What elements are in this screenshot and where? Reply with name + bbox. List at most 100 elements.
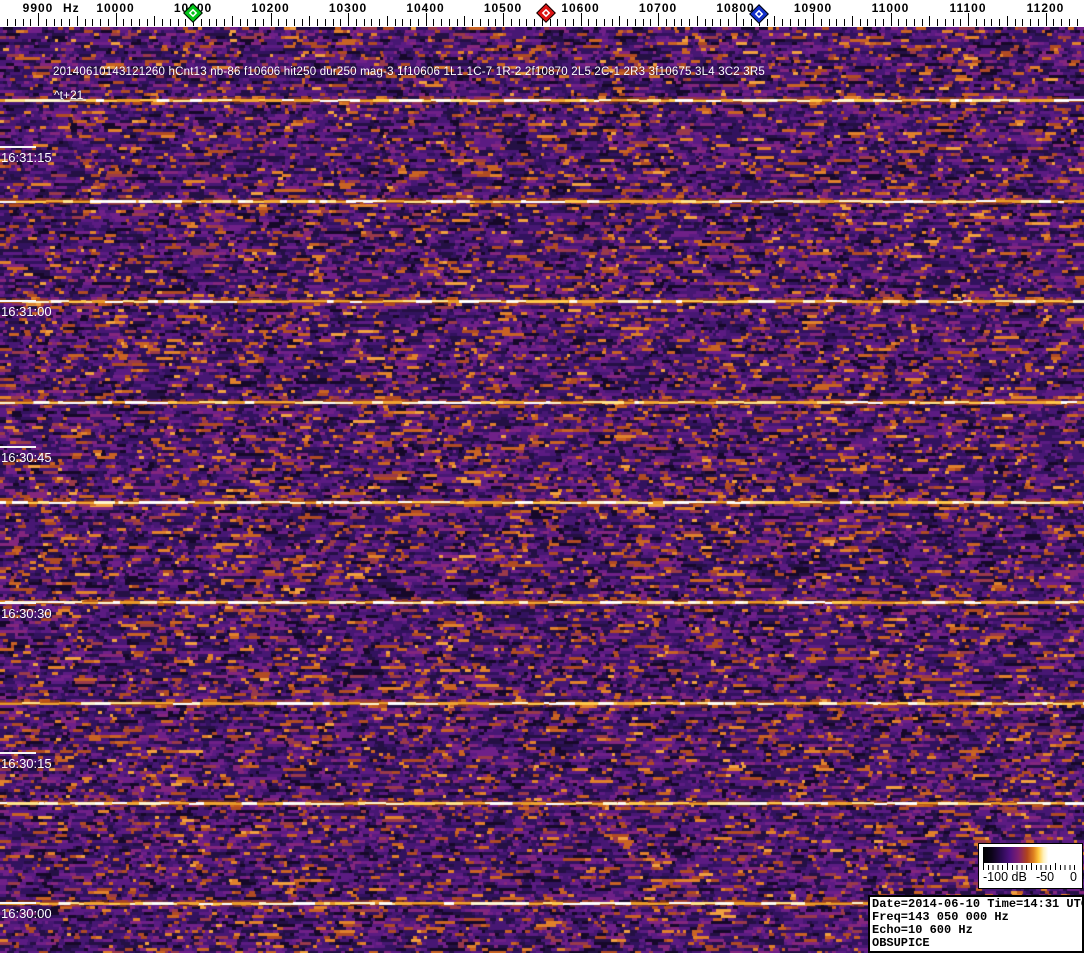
axis-frequency-label: 10200 <box>251 1 290 15</box>
axis-tick <box>333 19 334 26</box>
axis-tick <box>395 19 396 26</box>
frequency-axis-ruler[interactable]: Hz 9900100001010010200103001040010500106… <box>0 0 1084 27</box>
axis-tick <box>379 19 380 26</box>
axis-unit-label: Hz <box>63 1 80 15</box>
axis-tick <box>937 19 938 26</box>
axis-tick <box>697 16 698 26</box>
axis-tick <box>790 19 791 26</box>
axis-tick <box>1030 19 1031 26</box>
axis-tick <box>635 19 636 26</box>
axis-tick <box>92 19 93 26</box>
marker-red[interactable] <box>535 3 556 23</box>
axis-tick <box>883 19 884 26</box>
axis-tick <box>30 19 31 26</box>
axis-tick <box>1077 19 1078 26</box>
axis-tick <box>1015 19 1016 26</box>
axis-tick <box>356 19 357 26</box>
axis-frequency-label: 10500 <box>483 1 523 15</box>
axis-frequency-label: 10600 <box>561 1 600 15</box>
axis-tick <box>7 19 8 26</box>
axis-tick <box>61 19 62 26</box>
axis-tick <box>302 19 303 26</box>
axis-tick <box>550 19 551 26</box>
axis-tick <box>860 19 861 26</box>
axis-tick <box>309 16 310 26</box>
axis-tick <box>77 16 78 26</box>
intensity-scale-legend: -100 dB -50 0 <box>978 843 1083 889</box>
axis-tick <box>728 19 729 26</box>
axis-tick <box>185 19 186 26</box>
axis-tick <box>418 19 419 26</box>
axis-tick <box>317 19 318 26</box>
axis-tick <box>906 19 907 26</box>
axis-tick <box>774 16 775 26</box>
axis-tick <box>46 19 47 26</box>
axis-tick <box>340 19 341 26</box>
axis-tick <box>464 16 465 26</box>
axis-tick <box>681 19 682 26</box>
spectrogram-canvas[interactable] <box>0 27 1084 953</box>
axis-tick <box>480 19 481 26</box>
axis-tick <box>54 19 55 26</box>
axis-tick <box>69 19 70 26</box>
axis-tick <box>216 19 217 26</box>
axis-tick <box>960 19 961 26</box>
axis-tick <box>836 19 837 26</box>
axis-tick <box>154 16 155 26</box>
axis-tick <box>612 19 613 26</box>
axis-frequency-label: 9900 <box>22 1 54 15</box>
axis-tick <box>108 19 109 26</box>
axis-tick <box>131 19 132 26</box>
axis-frequency-label: 10000 <box>96 1 135 15</box>
axis-tick <box>247 19 248 26</box>
spectrogram-window: Hz 9900100001010010200103001040010500106… <box>0 0 1084 953</box>
axis-tick <box>991 19 992 26</box>
axis-tick <box>1069 19 1070 26</box>
axis-tick <box>224 19 225 26</box>
axis-frequency-label: 10300 <box>328 1 368 15</box>
axis-frequency-label: 11100 <box>949 1 987 15</box>
axis-tick <box>557 19 558 26</box>
axis-tick <box>619 16 620 26</box>
legend-label-mid: -50 <box>1036 870 1055 884</box>
observation-info-box: Date=2014-06-10 Time=14:31 UTC Freq=143 … <box>868 895 1084 953</box>
axis-tick <box>526 19 527 26</box>
axis-tick <box>278 19 279 26</box>
axis-tick <box>364 19 365 26</box>
axis-tick <box>534 19 535 26</box>
axis-tick <box>898 19 899 26</box>
axis-frequency-label: 10400 <box>406 1 445 15</box>
color-gradient-bar <box>983 847 1079 863</box>
axis-tick <box>201 19 202 26</box>
axis-tick <box>844 19 845 26</box>
axis-tick <box>1053 19 1054 26</box>
axis-tick <box>999 19 1000 26</box>
axis-tick <box>472 19 473 26</box>
axis-tick <box>263 19 264 26</box>
axis-tick <box>743 19 744 26</box>
axis-tick <box>565 19 566 26</box>
axis-tick <box>604 19 605 26</box>
axis-tick <box>712 19 713 26</box>
axis-tick <box>519 19 520 26</box>
axis-frequency-label: 11000 <box>871 1 910 15</box>
axis-tick <box>953 19 954 26</box>
legend-tick-marks <box>983 863 1079 870</box>
axis-frequency-label: 11200 <box>1026 1 1065 15</box>
axis-tick <box>852 16 853 26</box>
axis-tick <box>488 19 489 26</box>
axis-tick <box>1038 19 1039 26</box>
axis-tick <box>410 19 411 26</box>
axis-tick <box>689 19 690 26</box>
axis-tick <box>596 19 597 26</box>
axis-tick <box>387 16 388 26</box>
axis-tick <box>162 19 163 26</box>
axis-tick <box>720 19 721 26</box>
axis-tick <box>100 19 101 26</box>
axis-tick <box>627 19 628 26</box>
axis-tick <box>286 19 287 26</box>
axis-tick <box>867 19 868 26</box>
axis-tick <box>805 19 806 26</box>
axis-tick <box>433 19 434 26</box>
axis-tick <box>984 19 985 26</box>
